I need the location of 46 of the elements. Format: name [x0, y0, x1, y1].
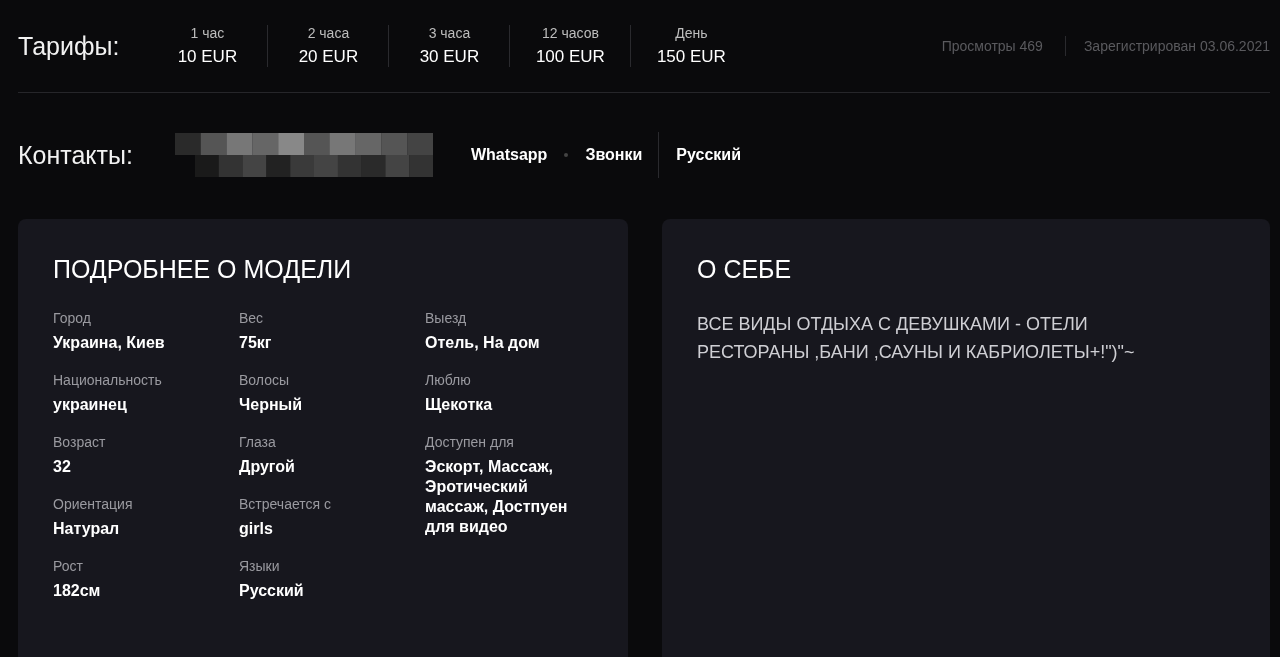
detail-value: Эскорт, Массаж, Эротический массаж, Достпуен для видео: [425, 457, 569, 537]
detail-value: Отель, На дом: [425, 333, 541, 353]
detail-label: Глаза: [239, 434, 277, 450]
detail-label: Город: [53, 310, 92, 326]
detail-value: украинец: [53, 395, 128, 415]
detail-label: Люблю: [425, 372, 472, 388]
rate-price: 30 EUR: [419, 47, 480, 67]
detail-value: Натурал: [53, 519, 121, 539]
rate-price: 20 EUR: [298, 47, 359, 67]
about-title: О СЕБЕ: [697, 255, 793, 284]
about-text: ВСЕ ВИДЫ ОТДЫХА С ДЕВУШКАМИ - ОТЕЛИ РЕСТОРАНЫ ,БАНИ ,САУНЫ И КАБРИОЛЕТЫ+!")"~: [697, 313, 1136, 364]
detail-value: girls: [239, 519, 274, 539]
details-title: ПОДРОБНЕЕ О МОДЕЛИ: [53, 255, 353, 284]
detail-label: Возраст: [53, 434, 107, 450]
detail-value: Украина, Киев: [53, 333, 166, 353]
detail-value: Другой: [239, 457, 296, 477]
detail-label: Волосы: [239, 372, 290, 388]
detail-label: Рост: [53, 558, 84, 574]
profile-stat: Зарегистрирован 03.06.2021: [1064, 36, 1270, 56]
detail-label: Выезд: [425, 310, 468, 326]
rate-period: 12 часов: [541, 25, 599, 41]
rate-period: 1 час: [190, 25, 225, 41]
contacts-heading: Контакты:: [18, 140, 133, 170]
rate-price: 10 EUR: [177, 47, 238, 67]
rates-heading: Тарифы:: [18, 31, 120, 61]
detail-label: Вес: [239, 310, 265, 326]
detail-value: Черный: [239, 395, 304, 415]
detail-label: Языки: [239, 558, 281, 574]
detail-value: 75кг: [239, 333, 273, 353]
detail-value: Щекотка: [425, 395, 494, 415]
contact-language: Русский: [658, 132, 741, 178]
rate-period: День: [675, 25, 708, 41]
detail-value: 32: [53, 457, 72, 477]
rate-price: 100 EUR: [535, 47, 605, 67]
detail-label: Встречается с: [239, 496, 332, 512]
rate-price: 150 EUR: [656, 47, 726, 67]
detail-label: Ориентация: [53, 496, 134, 512]
detail-value: 182см: [53, 581, 102, 601]
rate-period: 3 часа: [428, 25, 471, 41]
detail-label: Доступен для: [425, 434, 515, 450]
detail-value: Русский: [239, 581, 305, 601]
detail-label: Национальность: [53, 372, 163, 388]
contact-method: Whatsapp: [470, 146, 548, 164]
rate-period: 2 часа: [307, 25, 350, 41]
profile-stat: Просмотры 469: [941, 37, 1044, 56]
contact-method: Звонки: [585, 146, 643, 164]
